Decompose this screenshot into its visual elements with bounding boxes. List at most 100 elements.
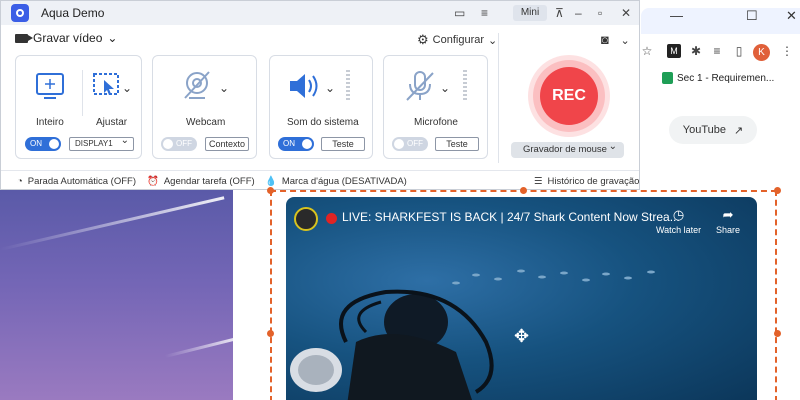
external-link-icon: ↗ xyxy=(734,124,744,137)
adjust-label: Ajustar xyxy=(96,117,128,128)
chevron-down-icon[interactable]: ⌄ xyxy=(219,81,229,95)
profile-avatar[interactable]: K xyxy=(753,44,770,61)
watermark-button[interactable]: 💧 Marca d'água (DESATIVADA) xyxy=(265,176,407,187)
gmail-extension-icon[interactable]: M xyxy=(667,44,681,58)
browser-menu-icon[interactable]: ⋮ xyxy=(781,44,793,58)
feedback-icon[interactable]: ▭ xyxy=(454,4,465,22)
chevron-down-icon: ⌄ xyxy=(107,31,118,45)
video-title[interactable]: LIVE: SHARKFEST IS BACK | 24/7 Shark Con… xyxy=(342,210,680,224)
background-button[interactable]: Contexto xyxy=(205,137,249,151)
extensions-puzzle-icon[interactable]: ✱ xyxy=(689,44,703,58)
microphone-off-icon[interactable] xyxy=(404,70,436,102)
maximize-window-button[interactable]: ☐ xyxy=(746,8,758,24)
system-sound-toggle[interactable]: ON xyxy=(278,137,314,151)
restore-app-icon[interactable]: ▫ xyxy=(598,4,602,22)
camera-icon: ◙ xyxy=(601,32,609,47)
clock-icon: ◔ xyxy=(17,176,23,187)
bookmark-sec1[interactable]: Sec 1 - Requiremen... xyxy=(662,70,774,86)
browser-tab-strip xyxy=(641,8,800,34)
chevron-down-icon[interactable]: ⌄ xyxy=(440,81,450,95)
system-sound-test-button[interactable]: Teste xyxy=(321,137,365,151)
resize-handle-top-left[interactable] xyxy=(267,187,274,194)
resize-handle-right[interactable] xyxy=(774,330,781,337)
alarm-icon: ⏰ xyxy=(147,176,159,187)
bookmark-star-icon[interactable]: ☆ xyxy=(640,44,654,58)
youtube-link-button[interactable]: YouTube ↗ xyxy=(669,116,757,144)
microphone-toggle[interactable]: OFF xyxy=(392,137,428,151)
close-window-button[interactable]: ✕ xyxy=(786,8,797,24)
webcam-label: Webcam xyxy=(186,117,226,128)
bookmark-label: Sec 1 - Requiremen... xyxy=(677,72,775,84)
mode-selector[interactable]: Gravar vídeo ⌄ xyxy=(15,31,117,45)
move-cursor-icon: ✥ xyxy=(514,326,530,346)
schedule-task-button[interactable]: ⏰ Agendar tarefa (OFF) xyxy=(147,176,255,187)
webcam-off-icon[interactable] xyxy=(181,70,213,102)
list-icon: ☰ xyxy=(534,176,543,187)
scuba-diver-image xyxy=(290,289,494,400)
schedule-label: Agendar tarefa (OFF) xyxy=(163,176,255,187)
mini-mode-button[interactable]: Mini xyxy=(513,5,547,21)
recorder-app-window: Aqua Demo ▭ ≡ Mini ⊼ – ▫ ✕ Gravar vídeo … xyxy=(0,0,640,190)
desktop-wallpaper xyxy=(0,190,235,400)
screenshot-button[interactable]: ◙ ⌄ xyxy=(601,32,630,47)
share-button[interactable]: ➦ Share xyxy=(716,207,740,235)
share-label: Share xyxy=(716,225,741,235)
webcam-toggle[interactable]: OFF xyxy=(161,137,197,151)
system-sound-card: ⌄ Som do sistema ON Teste xyxy=(269,55,373,159)
chevron-down-icon: ⌄ xyxy=(488,34,498,47)
reading-list-icon[interactable]: ≡ xyxy=(710,44,724,58)
share-arrow-icon: ➦ xyxy=(722,207,734,222)
status-bar: ◔ Parada Automática (OFF) ⏰ Agendar tare… xyxy=(1,170,639,190)
minimize-app-icon[interactable]: – xyxy=(575,4,582,22)
watch-later-label: Watch later xyxy=(656,225,702,235)
channel-avatar[interactable] xyxy=(294,207,318,231)
minimize-window-button[interactable]: — xyxy=(670,8,683,23)
watch-later-button[interactable]: ◷ Watch later xyxy=(656,207,701,235)
chevron-down-icon: ⌄ xyxy=(620,35,630,47)
history-label: Histórico de gravação xyxy=(547,176,640,187)
auto-stop-label: Parada Automática (OFF) xyxy=(27,176,136,187)
youtube-link-label: YouTube xyxy=(682,124,726,136)
microphone-card: ⌄ Microfone OFF Teste xyxy=(383,55,488,159)
chevron-down-icon[interactable]: ⌄ xyxy=(122,81,132,95)
speaker-icon[interactable] xyxy=(288,72,322,100)
mic-level-meter xyxy=(463,70,467,100)
close-app-icon[interactable]: ✕ xyxy=(621,4,631,22)
wallpaper-streak xyxy=(0,196,225,251)
chevron-down-icon[interactable]: ⌄ xyxy=(325,81,335,95)
screen-area-card: ⌄ Inteiro Ajustar ON DISPLAY1 xyxy=(15,55,142,159)
app-logo-icon xyxy=(11,4,29,22)
recording-history-button[interactable]: ☰ Histórico de gravação xyxy=(534,176,639,187)
video-player[interactable]: LIVE: SHARKFEST IS BACK | 24/7 Shark Con… xyxy=(286,197,757,400)
mode-label: Gravar vídeo xyxy=(33,31,103,45)
custom-area-icon[interactable] xyxy=(92,72,122,100)
display-select[interactable]: DISPLAY1 xyxy=(69,135,134,151)
settings-button[interactable]: ⚙ Configurar ⌄ xyxy=(417,32,497,48)
side-panel-icon[interactable]: ▯ xyxy=(732,44,746,58)
video-camera-icon xyxy=(15,33,33,43)
wallpaper-streak xyxy=(164,335,235,358)
resize-handle-left[interactable] xyxy=(267,330,274,337)
watermark-label: Marca d'água (DESATIVADA) xyxy=(281,176,407,187)
full-screen-label: Inteiro xyxy=(36,117,64,128)
volume-meter xyxy=(346,70,350,100)
settings-label: Configurar xyxy=(432,34,485,46)
system-sound-label: Som do sistema xyxy=(287,117,359,128)
clock-icon: ◷ xyxy=(672,207,685,222)
divider xyxy=(82,70,83,116)
rec-button[interactable]: REC xyxy=(540,67,598,125)
pin-icon[interactable]: ⊼ xyxy=(555,4,564,22)
microphone-test-button[interactable]: Teste xyxy=(435,137,479,151)
gear-icon: ⚙ xyxy=(417,32,429,47)
droplet-icon: 💧 xyxy=(265,176,277,187)
auto-stop-button[interactable]: ◔ Parada Automática (OFF) xyxy=(17,176,136,187)
sheets-icon xyxy=(662,72,673,84)
divider xyxy=(498,33,499,163)
resize-handle-top[interactable] xyxy=(520,187,527,194)
recorder-mode-select[interactable]: Gravador de mouse xyxy=(511,139,624,158)
full-screen-icon[interactable] xyxy=(35,72,65,100)
resize-handle-top-right[interactable] xyxy=(774,187,781,194)
webcam-card: ⌄ Webcam OFF Contexto xyxy=(152,55,257,159)
screen-toggle[interactable]: ON xyxy=(25,137,61,151)
menu-icon[interactable]: ≡ xyxy=(481,4,488,22)
